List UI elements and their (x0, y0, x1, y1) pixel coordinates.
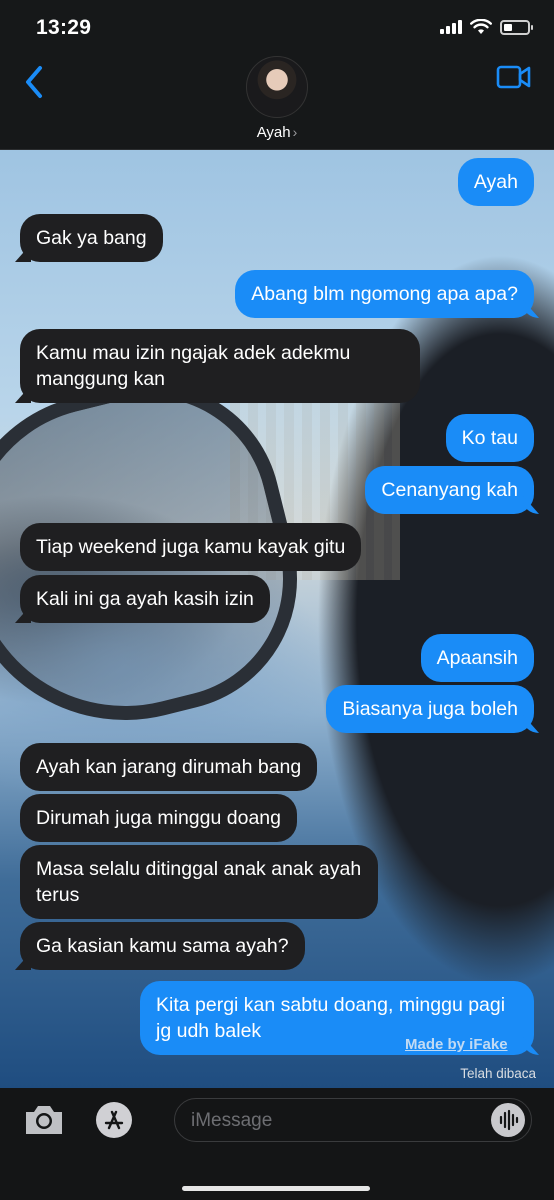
signal-icon (440, 20, 462, 34)
home-indicator[interactable] (182, 1186, 370, 1191)
audio-record-button[interactable] (491, 1103, 525, 1137)
message-bubble-incoming[interactable]: Dirumah juga minggu doang (20, 794, 297, 842)
message-bubble-outgoing[interactable]: Apaansih (420, 634, 534, 682)
message-bubble-incoming[interactable]: Ayah kan jarang dirumah bang (20, 743, 318, 791)
contact-name[interactable]: Ayah › (0, 124, 554, 141)
message-bubble-outgoing[interactable]: Biasanya juga boleh (326, 685, 534, 733)
message-bubble-outgoing[interactable]: Ayah (457, 158, 534, 206)
battery-level (504, 23, 512, 31)
input-bar: iMessage (0, 1088, 554, 1200)
message-bubble-incoming[interactable]: Tiap weekend juga kamu kayak gitu (20, 523, 362, 571)
back-chevron-icon[interactable] (20, 62, 50, 102)
video-camera-icon[interactable] (496, 64, 532, 90)
message-input[interactable]: iMessage (174, 1098, 532, 1142)
conversation-header: Ayah › (0, 56, 554, 150)
chevron-right-icon: › (292, 124, 298, 140)
message-bubble-incoming[interactable]: Ga kasian kamu sama ayah? (20, 922, 305, 970)
wifi-icon (470, 19, 492, 34)
camera-icon[interactable] (22, 1102, 66, 1138)
contact-avatar[interactable] (246, 56, 308, 118)
message-bubble-outgoing[interactable]: Cenanyang kah (365, 466, 534, 514)
message-bubble-incoming[interactable]: Kamu mau izin ngajak adek adekmu manggun… (20, 329, 420, 403)
message-input-placeholder: iMessage (191, 1110, 273, 1131)
status-icons (440, 19, 533, 35)
contact-name-label: Ayah (256, 124, 291, 141)
watermark-label: Made by iFake (405, 1036, 508, 1053)
message-bubble-outgoing[interactable]: Abang blm ngomong apa apa? (235, 270, 534, 318)
read-receipt: Telah dibaca (460, 1066, 536, 1081)
battery-icon (500, 19, 533, 35)
app-store-icon (104, 1110, 124, 1130)
message-bubble-outgoing[interactable]: Ko tau (445, 414, 534, 462)
status-time: 13:29 (36, 16, 92, 39)
status-bar: 13:29 (0, 0, 554, 56)
message-bubble-incoming[interactable]: Kali ini ga ayah kasih izin (20, 575, 270, 623)
message-bubble-incoming[interactable]: Masa selalu ditinggal anak anak ayah ter… (20, 845, 378, 919)
app-store-button[interactable] (96, 1102, 132, 1138)
message-bubble-incoming[interactable]: Gak ya bang (20, 214, 163, 262)
audio-waveform-icon (499, 1109, 519, 1131)
